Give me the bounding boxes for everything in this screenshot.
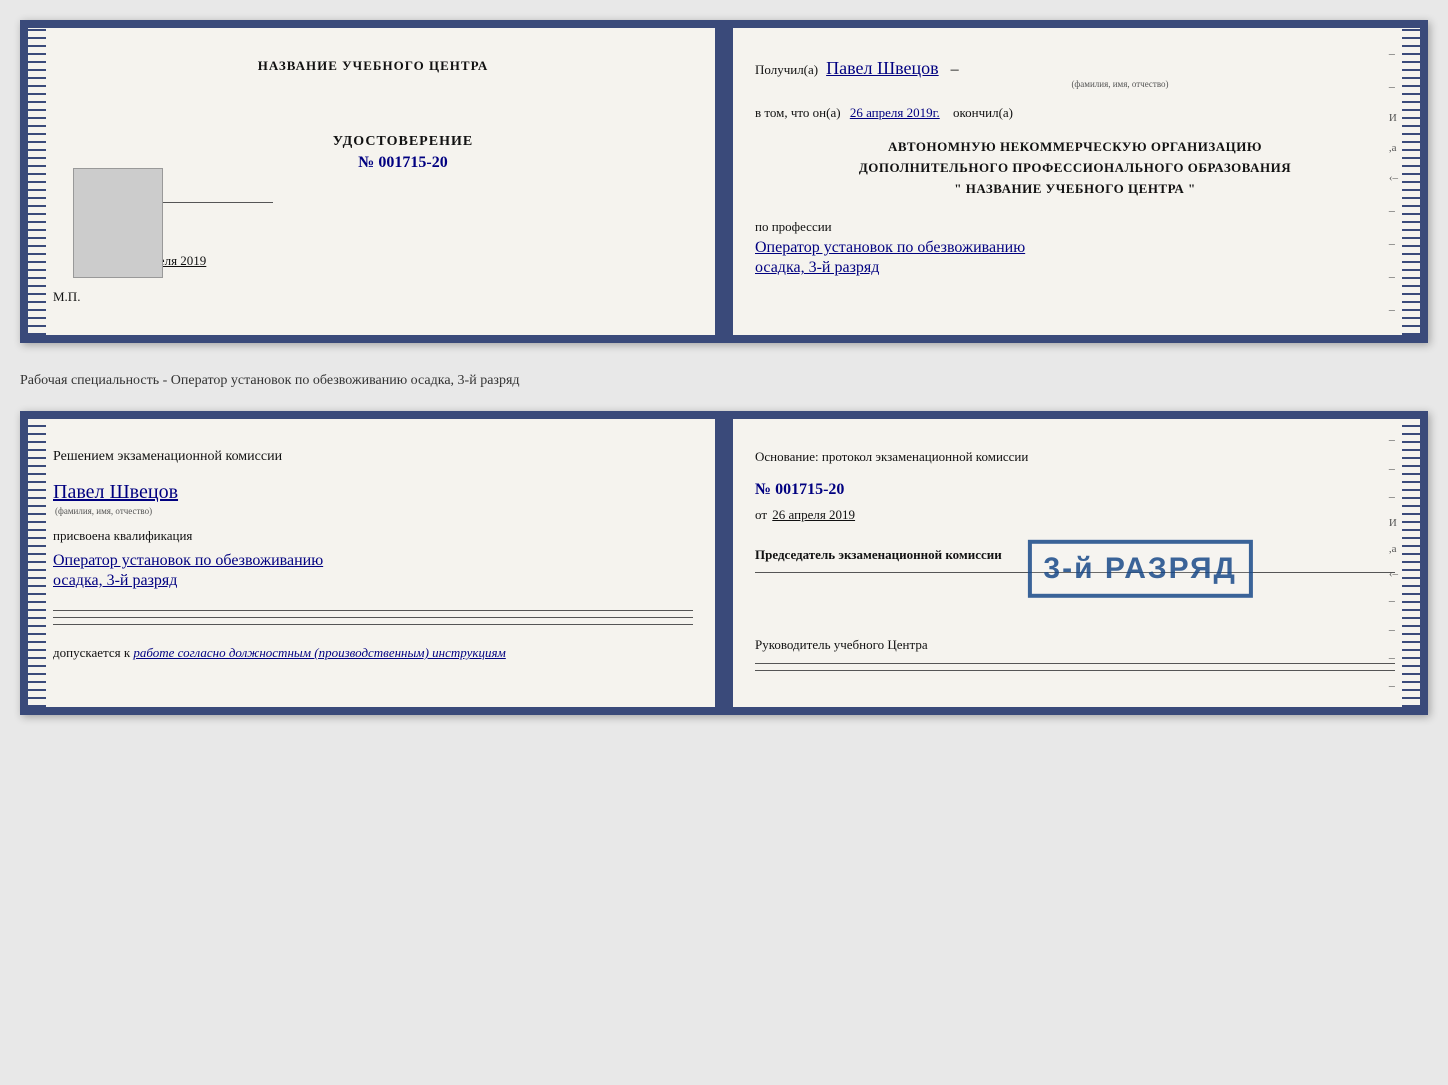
fio-label-1: (фамилия, имя, отчество) bbox=[845, 79, 1395, 89]
professiya-line1: Оператор установок по обезвоживанию bbox=[755, 239, 1395, 257]
blank-3 bbox=[53, 624, 693, 625]
ot-date-row: от 26 апреля 2019 bbox=[755, 507, 1395, 523]
vydano-line: Выдано 26 апреля 2019 bbox=[73, 253, 693, 269]
right-edge-marks-2: – – – И ,а ‹– – – – – bbox=[1389, 419, 1398, 707]
doc-spine-2 bbox=[715, 419, 733, 707]
fio-label-2: (фамилия, имя, отчество) bbox=[55, 506, 693, 516]
rukovoditel-block: Руководитель учебного Центра bbox=[755, 633, 1395, 670]
doc-left-2: Решением экзаменационной комиссии Павел … bbox=[28, 419, 725, 707]
certificate-document-2: Решением экзаменационной комиссии Павел … bbox=[20, 411, 1428, 715]
rukovoditel-label: Руководитель учебного Центра bbox=[755, 633, 1395, 656]
dopusk-text: работе согласно должностным (производств… bbox=[133, 645, 505, 660]
blank-lines bbox=[53, 610, 693, 625]
dopuskaetsya-label: допускается к bbox=[53, 645, 130, 660]
avtonom-line2: ДОПОЛНИТЕЛЬНОГО ПРОФЕССИОНАЛЬНОГО ОБРАЗО… bbox=[755, 158, 1395, 179]
ot-label: от bbox=[755, 507, 767, 522]
photo-placeholder bbox=[73, 168, 163, 278]
blank-1 bbox=[53, 610, 693, 611]
blank-2 bbox=[53, 617, 693, 618]
professiya-block: Оператор установок по обезвоживанию осад… bbox=[755, 239, 1395, 277]
osnovanie-label: Основание: протокол экзаменационной коми… bbox=[755, 449, 1395, 465]
v-tom-line: в том, что он(а) 26 апреля 2019г. окончи… bbox=[755, 105, 1395, 121]
v-tom-date: 26 апреля 2019г. bbox=[850, 105, 940, 120]
avtonom-line3: " НАЗВАНИЕ УЧЕБНОГО ЦЕНТРА " bbox=[755, 179, 1395, 200]
specialty-label: Рабочая специальность - Оператор установ… bbox=[20, 373, 1428, 389]
predsedatel-block: Председатель экзаменационной комиссии bbox=[755, 543, 1395, 573]
cert-number-1: № 001715-20 bbox=[113, 154, 693, 172]
kval-line1: Оператор установок по обезвоживанию bbox=[53, 552, 693, 570]
center-title-1: НАЗВАНИЕ УЧЕБНОГО ЦЕНТРА bbox=[53, 58, 693, 74]
kval-block: Оператор установок по обезвоживанию осад… bbox=[53, 552, 693, 590]
udostoverenie-block: УДОСТОВЕРЕНИЕ № 001715-20 bbox=[113, 134, 693, 172]
predsedatel-label: Председатель экзаменационной комиссии bbox=[755, 543, 1395, 566]
rukovoditel-line bbox=[755, 663, 1395, 664]
doc-right-2: 3-й РАЗРЯД – – – И ,а ‹– – – – – Основан… bbox=[725, 419, 1420, 707]
kval-line2: осадка, 3-й разряд bbox=[53, 572, 693, 590]
doc-spine-1 bbox=[715, 28, 733, 335]
name-row-2: Павел Швецов bbox=[53, 481, 693, 504]
rukovoditel-line2 bbox=[755, 670, 1395, 671]
protocol-number: № 001715-20 bbox=[755, 481, 1395, 499]
page-wrapper: НАЗВАНИЕ УЧЕБНОГО ЦЕНТРА УДОСТОВЕРЕНИЕ №… bbox=[20, 20, 1428, 715]
dopuskaetsya-row: допускается к работе согласно должностны… bbox=[53, 645, 693, 661]
name-2: Павел Швецов bbox=[53, 481, 178, 503]
v-tom-prefix: в том, что он(а) bbox=[755, 105, 841, 120]
poluchil-row: Получил(а) Павел Швецов – (фамилия, имя,… bbox=[755, 58, 1395, 89]
predsedatel-line bbox=[755, 572, 1395, 573]
mp-line: М.П. bbox=[53, 289, 693, 305]
ot-date: 26 апреля 2019 bbox=[772, 507, 855, 522]
resheniem-label: Решением экзаменационной комиссии bbox=[53, 449, 693, 465]
udostoverenie-title: УДОСТОВЕРЕНИЕ bbox=[113, 134, 693, 150]
poluchil-name: Павел Швецов bbox=[826, 58, 939, 78]
avtonom-line1: АВТОНОМНУЮ НЕКОММЕРЧЕСКУЮ ОРГАНИЗАЦИЮ bbox=[755, 137, 1395, 158]
prisvoena-label: присвоена квалификация bbox=[53, 528, 693, 544]
poluchil-label: Получил(а) bbox=[755, 62, 818, 77]
doc-left-1: НАЗВАНИЕ УЧЕБНОГО ЦЕНТРА УДОСТОВЕРЕНИЕ №… bbox=[28, 28, 725, 335]
right-edge-marks-1: – – И ,а ‹– – – – – bbox=[1389, 28, 1398, 335]
certificate-document-1: НАЗВАНИЕ УЧЕБНОГО ЦЕНТРА УДОСТОВЕРЕНИЕ №… bbox=[20, 20, 1428, 343]
doc-right-1: – – И ,а ‹– – – – – Получил(а) Павел Шве… bbox=[725, 28, 1420, 335]
v-tom-suffix: окончил(а) bbox=[953, 105, 1013, 120]
po-professii-label: по профессии bbox=[755, 219, 1395, 235]
professiya-line2: осадка, 3-й разряд bbox=[755, 259, 1395, 277]
avtonom-block: АВТОНОМНУЮ НЕКОММЕРЧЕСКУЮ ОРГАНИЗАЦИЮ ДО… bbox=[755, 137, 1395, 199]
dash-1: – bbox=[951, 61, 959, 78]
